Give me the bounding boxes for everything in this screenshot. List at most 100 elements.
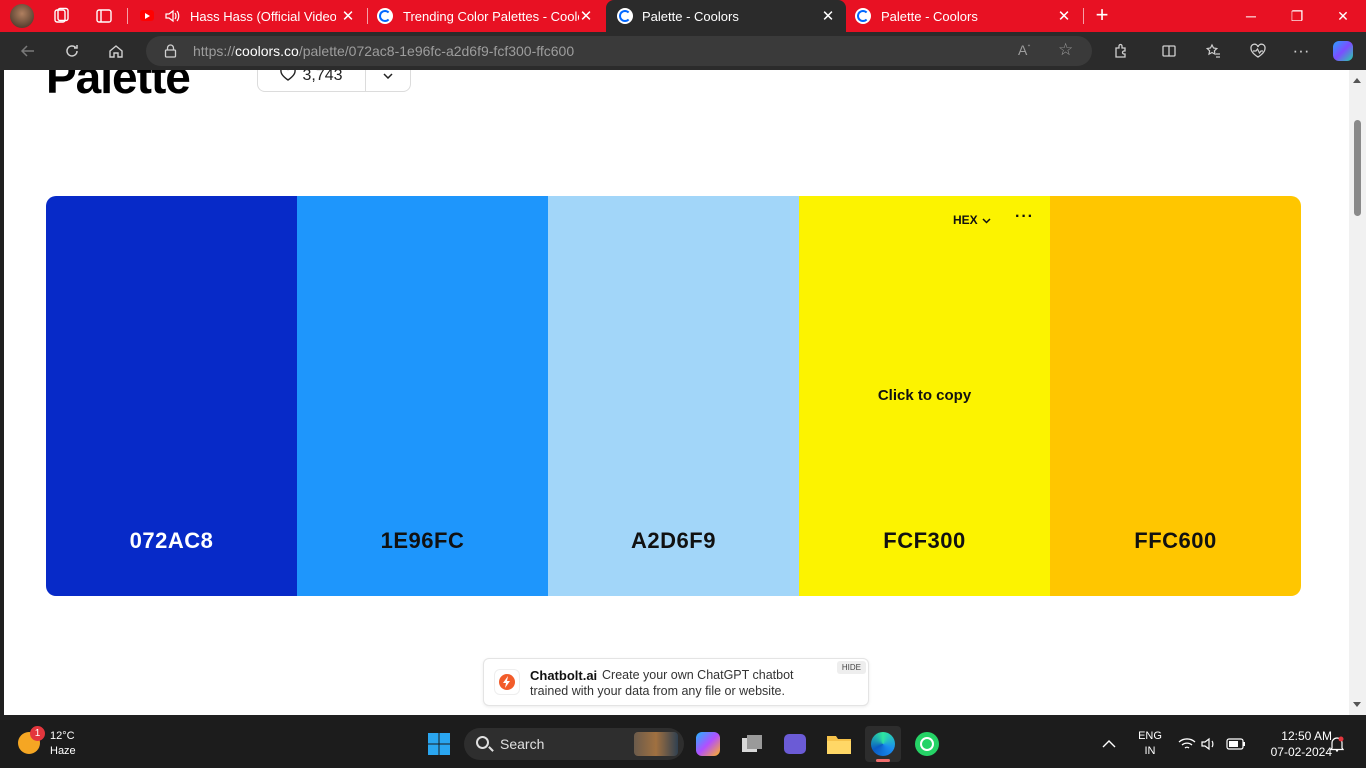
color-format-dropdown[interactable]: HEX — [953, 213, 991, 227]
chatbolt-logo-icon — [494, 669, 520, 695]
swatch-hex-label[interactable]: FFC600 — [1050, 528, 1301, 554]
weather-condition: Haze — [50, 745, 76, 757]
tab-title: Palette - Coolors — [881, 9, 978, 24]
web-page: Palette 3,743 072AC8 1E96FC A2D6F9 HEX ·… — [4, 70, 1349, 715]
taskbar-search[interactable]: Search — [464, 728, 684, 760]
extensions-icon[interactable] — [1106, 37, 1136, 65]
ad-text-line1: Create your own ChatGPT chatbot — [602, 668, 794, 682]
chevron-down-icon — [383, 70, 393, 82]
speaker-icon[interactable] — [164, 8, 180, 27]
youtube-icon — [140, 10, 154, 21]
language-code: ENG — [1138, 730, 1162, 742]
url-text[interactable]: https://coolors.co/palette/072ac8-1e96fc… — [193, 43, 574, 59]
close-tab-icon[interactable]: ✕ — [578, 8, 594, 25]
likes-control: 3,743 — [257, 70, 411, 92]
like-button[interactable]: 3,743 — [258, 70, 366, 91]
hide-ad-button[interactable]: HIDE — [836, 661, 866, 674]
chevron-down-icon — [982, 213, 991, 227]
notification-bell-icon[interactable] — [1330, 720, 1344, 768]
windows-start-icon[interactable] — [421, 726, 457, 762]
swatch-ffc600[interactable]: FFC600 — [1050, 196, 1301, 596]
battery-icon[interactable] — [1226, 720, 1246, 768]
settings-more-icon[interactable]: ··· — [1286, 37, 1316, 65]
ad-brand: Chatbolt.ai — [530, 668, 598, 683]
task-view-icon[interactable] — [734, 726, 770, 762]
new-tab-button[interactable]: + — [1090, 4, 1114, 28]
scroll-down-arrow-icon[interactable] — [1353, 702, 1361, 707]
swatch-072ac8[interactable]: 072AC8 — [46, 196, 297, 596]
scrollbar-thumb[interactable] — [1354, 120, 1361, 216]
sponsored-ad[interactable]: Chatbolt.ai Create your own ChatGPT chat… — [483, 658, 869, 706]
windows-taskbar: 1 12°C Haze Search ENG IN 12:50 AM 07-02… — [0, 720, 1366, 768]
page-title: Palette — [46, 70, 191, 103]
swatch-1e96fc[interactable]: 1E96FC — [297, 196, 548, 596]
ad-text-line2: trained with your data from any file or … — [530, 684, 785, 698]
url-domain: coolors.co — [235, 43, 299, 59]
wifi-icon[interactable] — [1178, 720, 1196, 768]
likes-dropdown-button[interactable] — [366, 70, 410, 91]
clock-date: 07-02-2024 — [1270, 745, 1332, 759]
tab-trending-palettes[interactable]: Trending Color Palettes - Coolors ✕ — [368, 0, 604, 32]
favorite-star-icon[interactable]: ☆ — [1058, 40, 1073, 60]
tab-title: Hass Hass (Official Video) D — [190, 9, 336, 24]
volume-icon[interactable] — [1201, 720, 1219, 768]
coolors-favicon-icon — [617, 8, 633, 24]
click-to-copy-hint: Click to copy — [877, 387, 972, 404]
edge-browser-icon[interactable] — [865, 726, 901, 762]
home-button[interactable] — [101, 37, 131, 65]
browser-tab-strip: Hass Hass (Official Video) D ✕ Trending … — [0, 0, 1366, 32]
swatch-hex-label[interactable]: 072AC8 — [46, 528, 297, 554]
temperature: 12°C — [50, 730, 75, 742]
copilot-pre-icon[interactable] — [690, 726, 726, 762]
tab-divider — [127, 8, 128, 24]
whatsapp-icon[interactable] — [909, 726, 945, 762]
like-count: 3,743 — [302, 70, 343, 84]
copilot-icon[interactable] — [1328, 37, 1358, 65]
lock-icon[interactable] — [164, 44, 177, 63]
address-bar[interactable]: https://coolors.co/palette/072ac8-1e96fc… — [146, 36, 1092, 66]
browser-essentials-icon[interactable] — [1243, 37, 1273, 65]
close-tab-icon[interactable]: ✕ — [340, 8, 356, 25]
color-format-label: HEX — [953, 213, 978, 227]
tab-divider — [1083, 8, 1084, 24]
tab-palette-active[interactable]: Palette - Coolors ✕ — [606, 0, 846, 32]
notification-badge: 1 — [30, 726, 45, 741]
browser-toolbar: https://coolors.co/palette/072ac8-1e96fc… — [0, 32, 1366, 70]
swatch-hex-label[interactable]: A2D6F9 — [548, 528, 799, 554]
tab-youtube[interactable]: Hass Hass (Official Video) D ✕ — [130, 0, 366, 32]
swatch-hex-label[interactable]: FCF300 — [799, 528, 1050, 554]
coolors-favicon-icon — [855, 8, 871, 24]
scroll-up-arrow-icon[interactable] — [1353, 78, 1361, 83]
close-tab-icon[interactable]: ✕ — [1056, 8, 1072, 25]
close-tab-icon[interactable]: ✕ — [820, 8, 836, 25]
search-label: Search — [500, 736, 545, 752]
region-code: IN — [1144, 745, 1156, 757]
search-highlight-image — [634, 732, 678, 756]
show-hidden-icons-chevron-icon[interactable] — [1102, 720, 1116, 768]
weather-widget[interactable]: 1 12°C Haze — [16, 726, 96, 760]
language-indicator[interactable]: ENG IN — [1136, 720, 1164, 768]
close-window-button[interactable]: ✕ — [1320, 0, 1366, 32]
workspaces-icon[interactable] — [52, 7, 70, 25]
favorites-icon[interactable] — [1198, 37, 1228, 65]
tab-palette[interactable]: Palette - Coolors ✕ — [846, 0, 1082, 32]
teams-meet-icon[interactable] — [777, 726, 813, 762]
profile-avatar[interactable] — [10, 4, 34, 28]
split-screen-icon[interactable] — [1154, 37, 1184, 65]
swatch-hex-label[interactable]: 1E96FC — [297, 528, 548, 554]
restore-button[interactable]: ❐ — [1274, 0, 1320, 32]
color-palette: 072AC8 1E96FC A2D6F9 HEX ··· Click to co… — [46, 196, 1301, 596]
file-explorer-icon[interactable] — [821, 726, 857, 762]
coolors-favicon-icon — [377, 8, 393, 24]
back-button[interactable] — [13, 37, 43, 65]
tab-actions-icon[interactable] — [95, 7, 113, 25]
read-aloud-icon[interactable]: Aᐩ — [1018, 42, 1030, 58]
swatch-options-icon[interactable]: ··· — [1015, 208, 1034, 226]
page-scrollbar[interactable] — [1349, 70, 1366, 715]
refresh-button[interactable] — [57, 37, 87, 65]
search-icon — [476, 736, 489, 749]
system-clock[interactable]: 12:50 AM 07-02-2024 — [1252, 728, 1332, 760]
swatch-fcf300[interactable]: HEX ··· Click to copy FCF300 — [799, 196, 1050, 596]
swatch-a2d6f9[interactable]: A2D6F9 — [548, 196, 799, 596]
minimize-button[interactable]: ─ — [1228, 0, 1274, 32]
